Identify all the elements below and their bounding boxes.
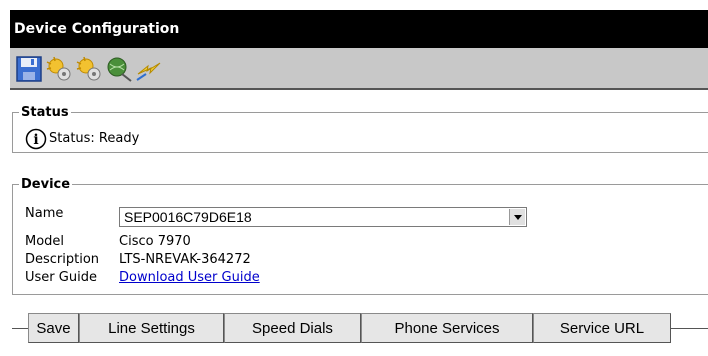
description-value: LTS-NREVAK-364272 — [119, 252, 251, 267]
window-title: Device Configuration — [10, 10, 708, 48]
description-label: Description — [25, 252, 100, 267]
toolbar — [10, 48, 708, 90]
tab-service-url[interactable]: Service URL — [533, 313, 671, 343]
model-label: Model — [25, 234, 65, 249]
svg-text:i: i — [33, 132, 38, 148]
name-label: Name — [25, 206, 64, 221]
gear-sun-icon[interactable] — [44, 54, 74, 84]
gear-sun-icon-2[interactable] — [74, 54, 104, 84]
tab-bar: Save Line Settings Speed Dials Phone Ser… — [28, 313, 671, 343]
model-value: Cisco 7970 — [119, 234, 191, 249]
tab-save[interactable]: Save — [28, 313, 79, 343]
device-legend: Device — [21, 177, 71, 192]
device-configuration-window: Device Configuration Status i Status: Re… — [0, 0, 708, 356]
network-icon[interactable] — [104, 54, 134, 84]
download-user-guide-link[interactable]: Download User Guide — [119, 270, 260, 285]
tab-phone-services[interactable]: Phone Services — [361, 313, 533, 343]
user-guide-label: User Guide — [25, 270, 97, 285]
status-legend: Status — [21, 105, 69, 120]
tab-speed-dials[interactable]: Speed Dials — [224, 313, 361, 343]
device-group: Device Name SEP0016C79D6E18 Model Cisco … — [12, 177, 708, 295]
save-icon[interactable] — [14, 54, 44, 84]
info-icon: i — [25, 128, 47, 150]
chevron-down-icon[interactable] — [509, 209, 525, 225]
lightning-icon[interactable] — [134, 54, 164, 84]
status-group: Status i Status: Ready — [12, 105, 708, 153]
device-name-select[interactable]: SEP0016C79D6E18 — [119, 207, 527, 227]
device-name-value: SEP0016C79D6E18 — [124, 209, 252, 225]
status-text: Status: Ready — [49, 131, 140, 146]
tab-line-settings[interactable]: Line Settings — [79, 313, 224, 343]
